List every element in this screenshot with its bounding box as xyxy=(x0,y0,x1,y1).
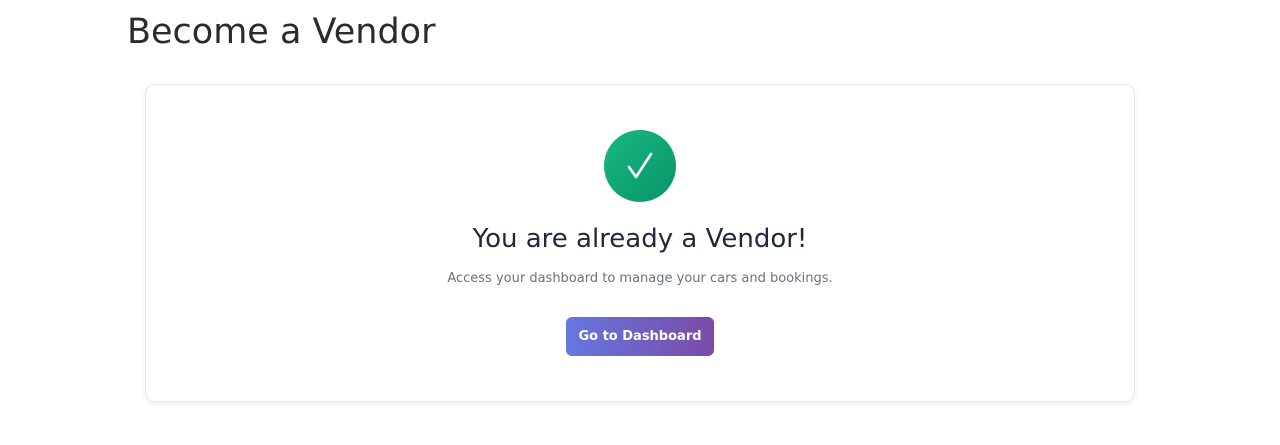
card-subtext: Access your dashboard to manage your car… xyxy=(447,271,833,286)
page-title: Become a Vendor xyxy=(127,12,436,52)
success-badge xyxy=(604,130,676,202)
vendor-status-card: You are already a Vendor! Access your da… xyxy=(145,84,1135,402)
card-heading: You are already a Vendor! xyxy=(472,224,808,254)
checkmark-icon xyxy=(627,152,653,179)
page: Become a Vendor You are already a Vendor… xyxy=(0,0,1280,445)
go-to-dashboard-button[interactable]: Go to Dashboard xyxy=(566,317,714,356)
